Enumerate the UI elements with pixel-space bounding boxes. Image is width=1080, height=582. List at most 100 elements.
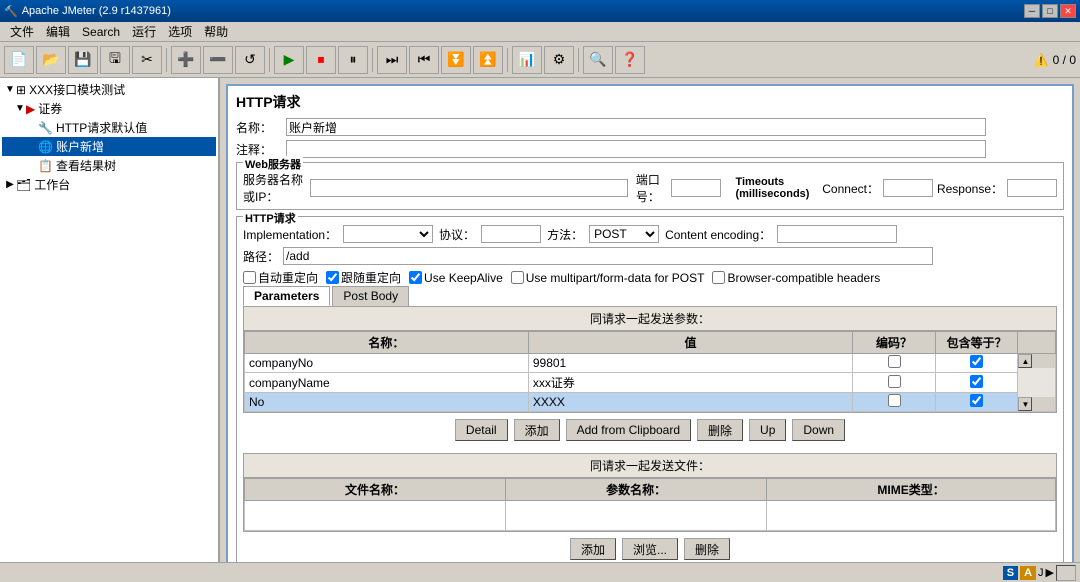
- protocol-label: 协议：: [439, 226, 475, 243]
- port-input[interactable]: [671, 179, 721, 197]
- param-include-cell: [935, 373, 1018, 393]
- clear-button[interactable]: ↺: [235, 46, 265, 74]
- encode-checkbox[interactable]: [888, 375, 901, 388]
- connect-input[interactable]: [883, 179, 933, 197]
- menu-edit[interactable]: 编辑: [40, 21, 76, 42]
- browse-file-button[interactable]: 浏览...: [622, 538, 678, 560]
- toolbar-sep1: [166, 48, 167, 72]
- menu-options[interactable]: 选项: [162, 21, 198, 42]
- tree-expand-icon[interactable]: ▼: [4, 84, 16, 95]
- multipart-input[interactable]: [511, 271, 524, 284]
- tree-item-securities[interactable]: ▼ ▶ 证券: [2, 99, 216, 118]
- menu-file[interactable]: 文件: [4, 21, 40, 42]
- status-a: A: [1020, 566, 1036, 580]
- include-eq-checkbox[interactable]: [970, 394, 983, 407]
- include-eq-checkbox[interactable]: [970, 375, 983, 388]
- remote-start-button[interactable]: ⏭: [377, 46, 407, 74]
- follow-redirect-checkbox[interactable]: 跟随重定向: [326, 269, 401, 286]
- minimize-button[interactable]: ─: [1024, 4, 1040, 18]
- col-paramname: 参数名称：: [506, 479, 767, 501]
- param-include-cell: [935, 393, 1018, 412]
- tab-post-body[interactable]: Post Body: [332, 286, 409, 306]
- encoding-input[interactable]: [777, 225, 897, 243]
- remote-stop-button[interactable]: ⏮: [409, 46, 439, 74]
- detail-button[interactable]: Detail: [455, 419, 508, 441]
- comment-input[interactable]: [286, 140, 986, 158]
- tree-item-label: 证券: [38, 100, 62, 117]
- keepalive-input[interactable]: [409, 271, 422, 284]
- server-input[interactable]: [310, 179, 628, 197]
- keepalive-checkbox[interactable]: Use KeepAlive: [409, 271, 503, 285]
- toolbar-sep3: [372, 48, 373, 72]
- files-empty-row: [245, 501, 1056, 531]
- tree-item-http-defaults[interactable]: 🔧 HTTP请求默认值: [2, 118, 216, 137]
- browser-compat-input[interactable]: [712, 271, 725, 284]
- tree-expand-spacer: [26, 141, 38, 152]
- tree-item-result-tree[interactable]: 📋 查看结果树: [2, 156, 216, 175]
- http-req-row: Implementation： 协议： 方法： POST GET PUT DEL…: [243, 225, 1057, 243]
- menu-run[interactable]: 运行: [126, 21, 162, 42]
- maximize-button[interactable]: □: [1042, 4, 1058, 18]
- browser-compat-checkbox[interactable]: Browser-compatible headers: [712, 271, 880, 285]
- comment-row: 注释：: [236, 140, 1064, 158]
- gear-button[interactable]: ⚙: [544, 46, 574, 74]
- param-name-cell: No: [245, 393, 529, 412]
- include-eq-checkbox[interactable]: [970, 355, 983, 368]
- open-button[interactable]: 📂: [36, 46, 66, 74]
- table-row: No XXXX: [245, 393, 1056, 412]
- auto-redirect-input[interactable]: [243, 271, 256, 284]
- tree-expand-icon[interactable]: ▶: [4, 179, 16, 190]
- files-header: 同请求一起发送文件：: [244, 454, 1056, 478]
- menu-search[interactable]: Search: [76, 23, 126, 41]
- pause-button[interactable]: ⏸: [338, 46, 368, 74]
- tree-item-account-add[interactable]: 🌐 账户新增: [2, 137, 216, 156]
- col-encode: 编码？: [853, 332, 936, 354]
- remote-clear-button[interactable]: ⏫: [473, 46, 503, 74]
- toolbar-sep4: [507, 48, 508, 72]
- up-param-button[interactable]: Up: [749, 419, 786, 441]
- add-param-button[interactable]: 添加: [514, 419, 560, 441]
- protocol-input[interactable]: [481, 225, 541, 243]
- toolbar: 📄 📂 💾 🖫 ✂ ➕ ➖ ↺ ▶ ⏹ ⏸ ⏭ ⏮ ⏬ ⏫ 📊 ⚙ 🔍 ❓ ⚠️…: [0, 42, 1080, 78]
- status-arrow: ▶: [1046, 566, 1054, 579]
- encode-checkbox[interactable]: [888, 394, 901, 407]
- new-button[interactable]: 📄: [4, 46, 34, 74]
- remote-stop-all-button[interactable]: ⏬: [441, 46, 471, 74]
- http-section-legend: HTTP请求: [243, 210, 298, 226]
- params-area: 同请求一起发送参数： 名称： 值 编码？ 包含等于？: [243, 306, 1057, 413]
- remove-button[interactable]: ➖: [203, 46, 233, 74]
- cut-button[interactable]: ✂: [132, 46, 162, 74]
- delete-param-button[interactable]: 删除: [697, 419, 743, 441]
- add-from-clipboard-button[interactable]: Add from Clipboard: [566, 419, 691, 441]
- menu-help[interactable]: 帮助: [198, 21, 234, 42]
- name-input[interactable]: [286, 118, 986, 136]
- save-button[interactable]: 💾: [68, 46, 98, 74]
- run-button[interactable]: ▶: [274, 46, 304, 74]
- multipart-checkbox[interactable]: Use multipart/form-data for POST: [511, 271, 705, 285]
- help-button[interactable]: ❓: [615, 46, 645, 74]
- response-input[interactable]: [1007, 179, 1057, 197]
- close-button[interactable]: ✕: [1060, 4, 1076, 18]
- tree-item-workbench[interactable]: ▶ 🗂 工作台: [2, 175, 216, 194]
- tree-item-label: 工作台: [34, 176, 70, 193]
- search-result-button[interactable]: 🔍: [583, 46, 613, 74]
- method-select[interactable]: POST GET PUT DELETE: [589, 225, 659, 243]
- impl-select[interactable]: [343, 225, 433, 243]
- add-button[interactable]: ➕: [171, 46, 201, 74]
- template-button[interactable]: 📊: [512, 46, 542, 74]
- auto-redirect-checkbox[interactable]: 自动重定向: [243, 269, 318, 286]
- saveas-button[interactable]: 🖫: [100, 46, 130, 74]
- add-file-button[interactable]: 添加: [570, 538, 616, 560]
- delete-file-button[interactable]: 删除: [684, 538, 730, 560]
- encode-checkbox[interactable]: [888, 355, 901, 368]
- stop-button[interactable]: ⏹: [306, 46, 336, 74]
- follow-redirect-input[interactable]: [326, 271, 339, 284]
- tab-parameters[interactable]: Parameters: [243, 286, 330, 306]
- toolbar-sep2: [269, 48, 270, 72]
- down-param-button[interactable]: Down: [792, 419, 845, 441]
- tree-item-root[interactable]: ▼ ⊞ XXX接口模块测试: [2, 80, 216, 99]
- tree-expand-icon[interactable]: ▼: [14, 103, 26, 114]
- path-input[interactable]: [283, 247, 933, 265]
- scroll-up-button[interactable]: ▲: [1018, 354, 1032, 368]
- scroll-down-button[interactable]: ▼: [1018, 397, 1032, 411]
